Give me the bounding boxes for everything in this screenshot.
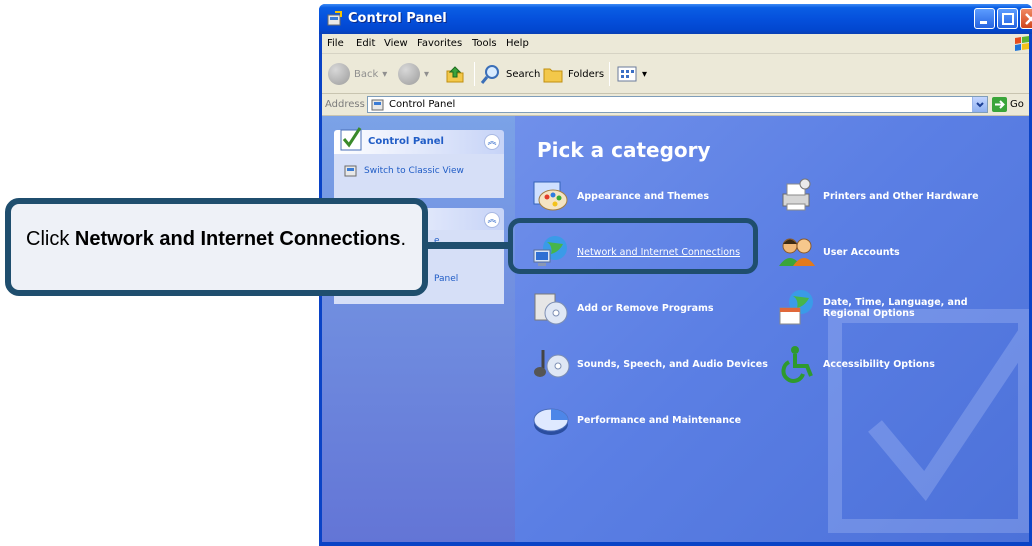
datetime-icon <box>779 290 813 325</box>
callout-suffix: . <box>400 228 407 250</box>
address-dropdown-button[interactable] <box>972 97 987 112</box>
search-icon <box>480 65 499 84</box>
accessibility-icon <box>781 346 813 383</box>
collapse-chevron-icon[interactable]: ︽ <box>484 212 500 228</box>
folders-button[interactable]: Folders <box>542 62 604 86</box>
callout-connector <box>425 242 511 249</box>
back-dropdown-icon: ▾ <box>382 68 388 80</box>
control-panel-icon <box>344 165 357 177</box>
category-performance[interactable]: Performance and Maintenance <box>531 400 741 440</box>
users-icon <box>779 238 815 266</box>
go-button[interactable]: Go <box>992 96 1028 113</box>
go-arrow-icon <box>992 97 1007 112</box>
window-title: Control Panel <box>348 11 447 26</box>
menu-view[interactable]: View <box>384 38 408 49</box>
control-panel-box-title: Control Panel <box>368 136 444 147</box>
category-appearance[interactable]: Appearance and Themes <box>531 176 709 216</box>
search-button[interactable]: Search <box>480 62 540 86</box>
category-accessibility[interactable]: Accessibility Options <box>777 344 935 384</box>
up-folder-icon <box>446 66 464 83</box>
appearance-icon <box>533 181 568 211</box>
category-label: Date, Time, Language, and Regional Optio… <box>823 297 968 319</box>
menu-edit[interactable]: Edit <box>356 38 375 49</box>
back-label: Back <box>354 68 379 80</box>
collapse-chevron-icon[interactable]: ︽ <box>484 134 500 150</box>
category-label: Add or Remove Programs <box>577 302 714 314</box>
up-folder-button[interactable] <box>444 62 466 86</box>
performance-icon <box>533 408 569 435</box>
printer-icon <box>782 178 811 211</box>
close-icon <box>1025 13 1032 25</box>
callout-text: Click Network and Internet Connections. <box>26 226 414 252</box>
control-panel-icon <box>371 99 384 111</box>
address-value: Control Panel <box>389 99 456 110</box>
programs-icon <box>534 293 568 325</box>
toolbar-separator <box>474 62 475 86</box>
maximize-icon <box>1002 13 1014 25</box>
address-field[interactable]: Control Panel <box>367 96 988 113</box>
switch-classic-view-label: Switch to Classic View <box>364 165 464 176</box>
back-button[interactable]: Back ▾ <box>328 62 387 86</box>
callout-bold: Network and Internet Connections <box>74 228 401 250</box>
callout-prefix: Click <box>26 228 70 250</box>
go-label: Go <box>1010 99 1024 110</box>
see-also-link[interactable]: Panel <box>434 274 458 284</box>
control-panel-box-header[interactable]: Control Panel ︽ <box>334 127 504 154</box>
control-panel-box-body: Switch to Classic View <box>334 154 504 198</box>
menu-file[interactable]: File <box>327 38 344 49</box>
task-pane: Control Panel ︽ Switch to Classic View ︽… <box>322 116 515 542</box>
category-label: Appearance and Themes <box>577 190 710 202</box>
forward-button[interactable]: ▾ <box>398 62 429 86</box>
forward-dropdown-icon: ▾ <box>424 68 430 80</box>
instruction-callout: Click Network and Internet Connections. <box>5 198 428 296</box>
forward-arrow-icon <box>398 63 420 85</box>
category-label: Performance and Maintenance <box>577 414 742 426</box>
chevron-down-icon <box>976 102 984 108</box>
category-date-time-language[interactable]: Date, Time, Language, and Regional Optio… <box>777 288 1013 328</box>
back-arrow-icon <box>328 63 350 85</box>
maximize-button[interactable] <box>997 8 1018 29</box>
category-label: Printers and Other Hardware <box>823 190 979 202</box>
category-label: Accessibility Options <box>823 358 935 370</box>
toolbar: Back ▾ ▾ Search Folders ▾ <box>322 54 1029 94</box>
category-sounds[interactable]: Sounds, Speech, and Audio Devices <box>531 344 768 384</box>
category-user-accounts[interactable]: User Accounts <box>777 232 900 272</box>
views-button[interactable]: ▾ <box>616 62 647 86</box>
page-title: Pick a category <box>537 138 711 162</box>
title-bar[interactable]: Control Panel <box>319 4 1032 34</box>
sound-icon <box>534 350 570 378</box>
menu-favorites[interactable]: Favorites <box>417 38 462 49</box>
control-panel-checkmark-icon <box>340 127 362 151</box>
category-label: Sounds, Speech, and Audio Devices <box>577 358 768 370</box>
windows-logo-icon <box>1015 36 1029 51</box>
views-dropdown-icon: ▾ <box>642 68 648 80</box>
toolbar-separator <box>609 62 610 86</box>
folders-label: Folders <box>568 68 605 80</box>
views-icon <box>617 66 637 82</box>
minimize-button[interactable] <box>974 8 995 29</box>
address-bar: Address Control Panel Go <box>322 94 1029 116</box>
control-panel-box: Control Panel ︽ Switch to Classic View <box>334 127 504 198</box>
folders-icon <box>543 68 563 83</box>
control-panel-icon <box>327 11 342 26</box>
address-label: Address <box>325 99 365 110</box>
menu-bar: File Edit View Favorites Tools Help <box>322 34 1029 54</box>
minimize-icon <box>980 21 987 24</box>
category-printers-hardware[interactable]: Printers and Other Hardware <box>777 176 979 216</box>
menu-tools[interactable]: Tools <box>472 38 497 49</box>
category-view: Pick a category Appearance and Themes Ne… <box>515 116 1029 542</box>
switch-classic-view-link[interactable]: Switch to Classic View <box>344 164 464 177</box>
menu-help[interactable]: Help <box>506 38 529 49</box>
category-add-remove-programs[interactable]: Add or Remove Programs <box>531 288 714 328</box>
search-label: Search <box>506 68 541 80</box>
network-highlight-frame <box>508 218 758 274</box>
close-button[interactable] <box>1020 8 1032 29</box>
category-label: User Accounts <box>823 246 900 258</box>
